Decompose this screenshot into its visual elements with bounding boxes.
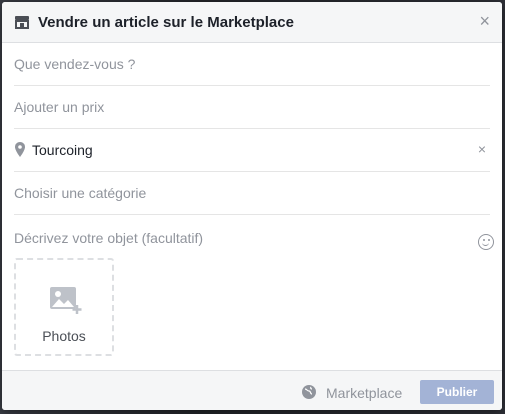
location-input[interactable]: Tourcoing × — [14, 129, 490, 172]
add-photo-icon — [50, 287, 82, 314]
dialog-footer: Marketplace Publier — [2, 370, 502, 410]
marketplace-store-icon — [15, 16, 29, 29]
add-photos-button[interactable]: Photos — [14, 258, 114, 356]
close-icon[interactable]: × — [479, 12, 490, 30]
price-input[interactable]: Ajouter un prix — [14, 86, 490, 129]
publish-button[interactable]: Publier — [420, 380, 494, 404]
location-value: Tourcoing — [32, 142, 93, 158]
price-placeholder: Ajouter un prix — [14, 99, 105, 115]
category-placeholder: Choisir une catégorie — [14, 185, 147, 201]
dialog-title: Vendre un article sur le Marketplace — [38, 14, 294, 31]
what-selling-input[interactable]: Que vendez-vous ? — [14, 43, 490, 86]
dialog-header: Vendre un article sur le Marketplace × — [2, 2, 502, 43]
description-input[interactable]: Décrivez votre objet (facultatif) — [14, 230, 203, 246]
emoji-icon[interactable] — [478, 234, 494, 250]
sell-item-dialog: Vendre un article sur le Marketplace × Q… — [2, 2, 502, 410]
globe-icon — [302, 385, 316, 399]
photos-label: Photos — [42, 328, 86, 344]
clear-location-icon[interactable]: × — [478, 141, 486, 157]
what-selling-placeholder: Que vendez-vous ? — [14, 56, 136, 72]
category-select[interactable]: Choisir une catégorie — [14, 172, 490, 215]
location-pin-icon — [15, 142, 25, 157]
audience-selector[interactable]: Marketplace — [326, 385, 402, 401]
